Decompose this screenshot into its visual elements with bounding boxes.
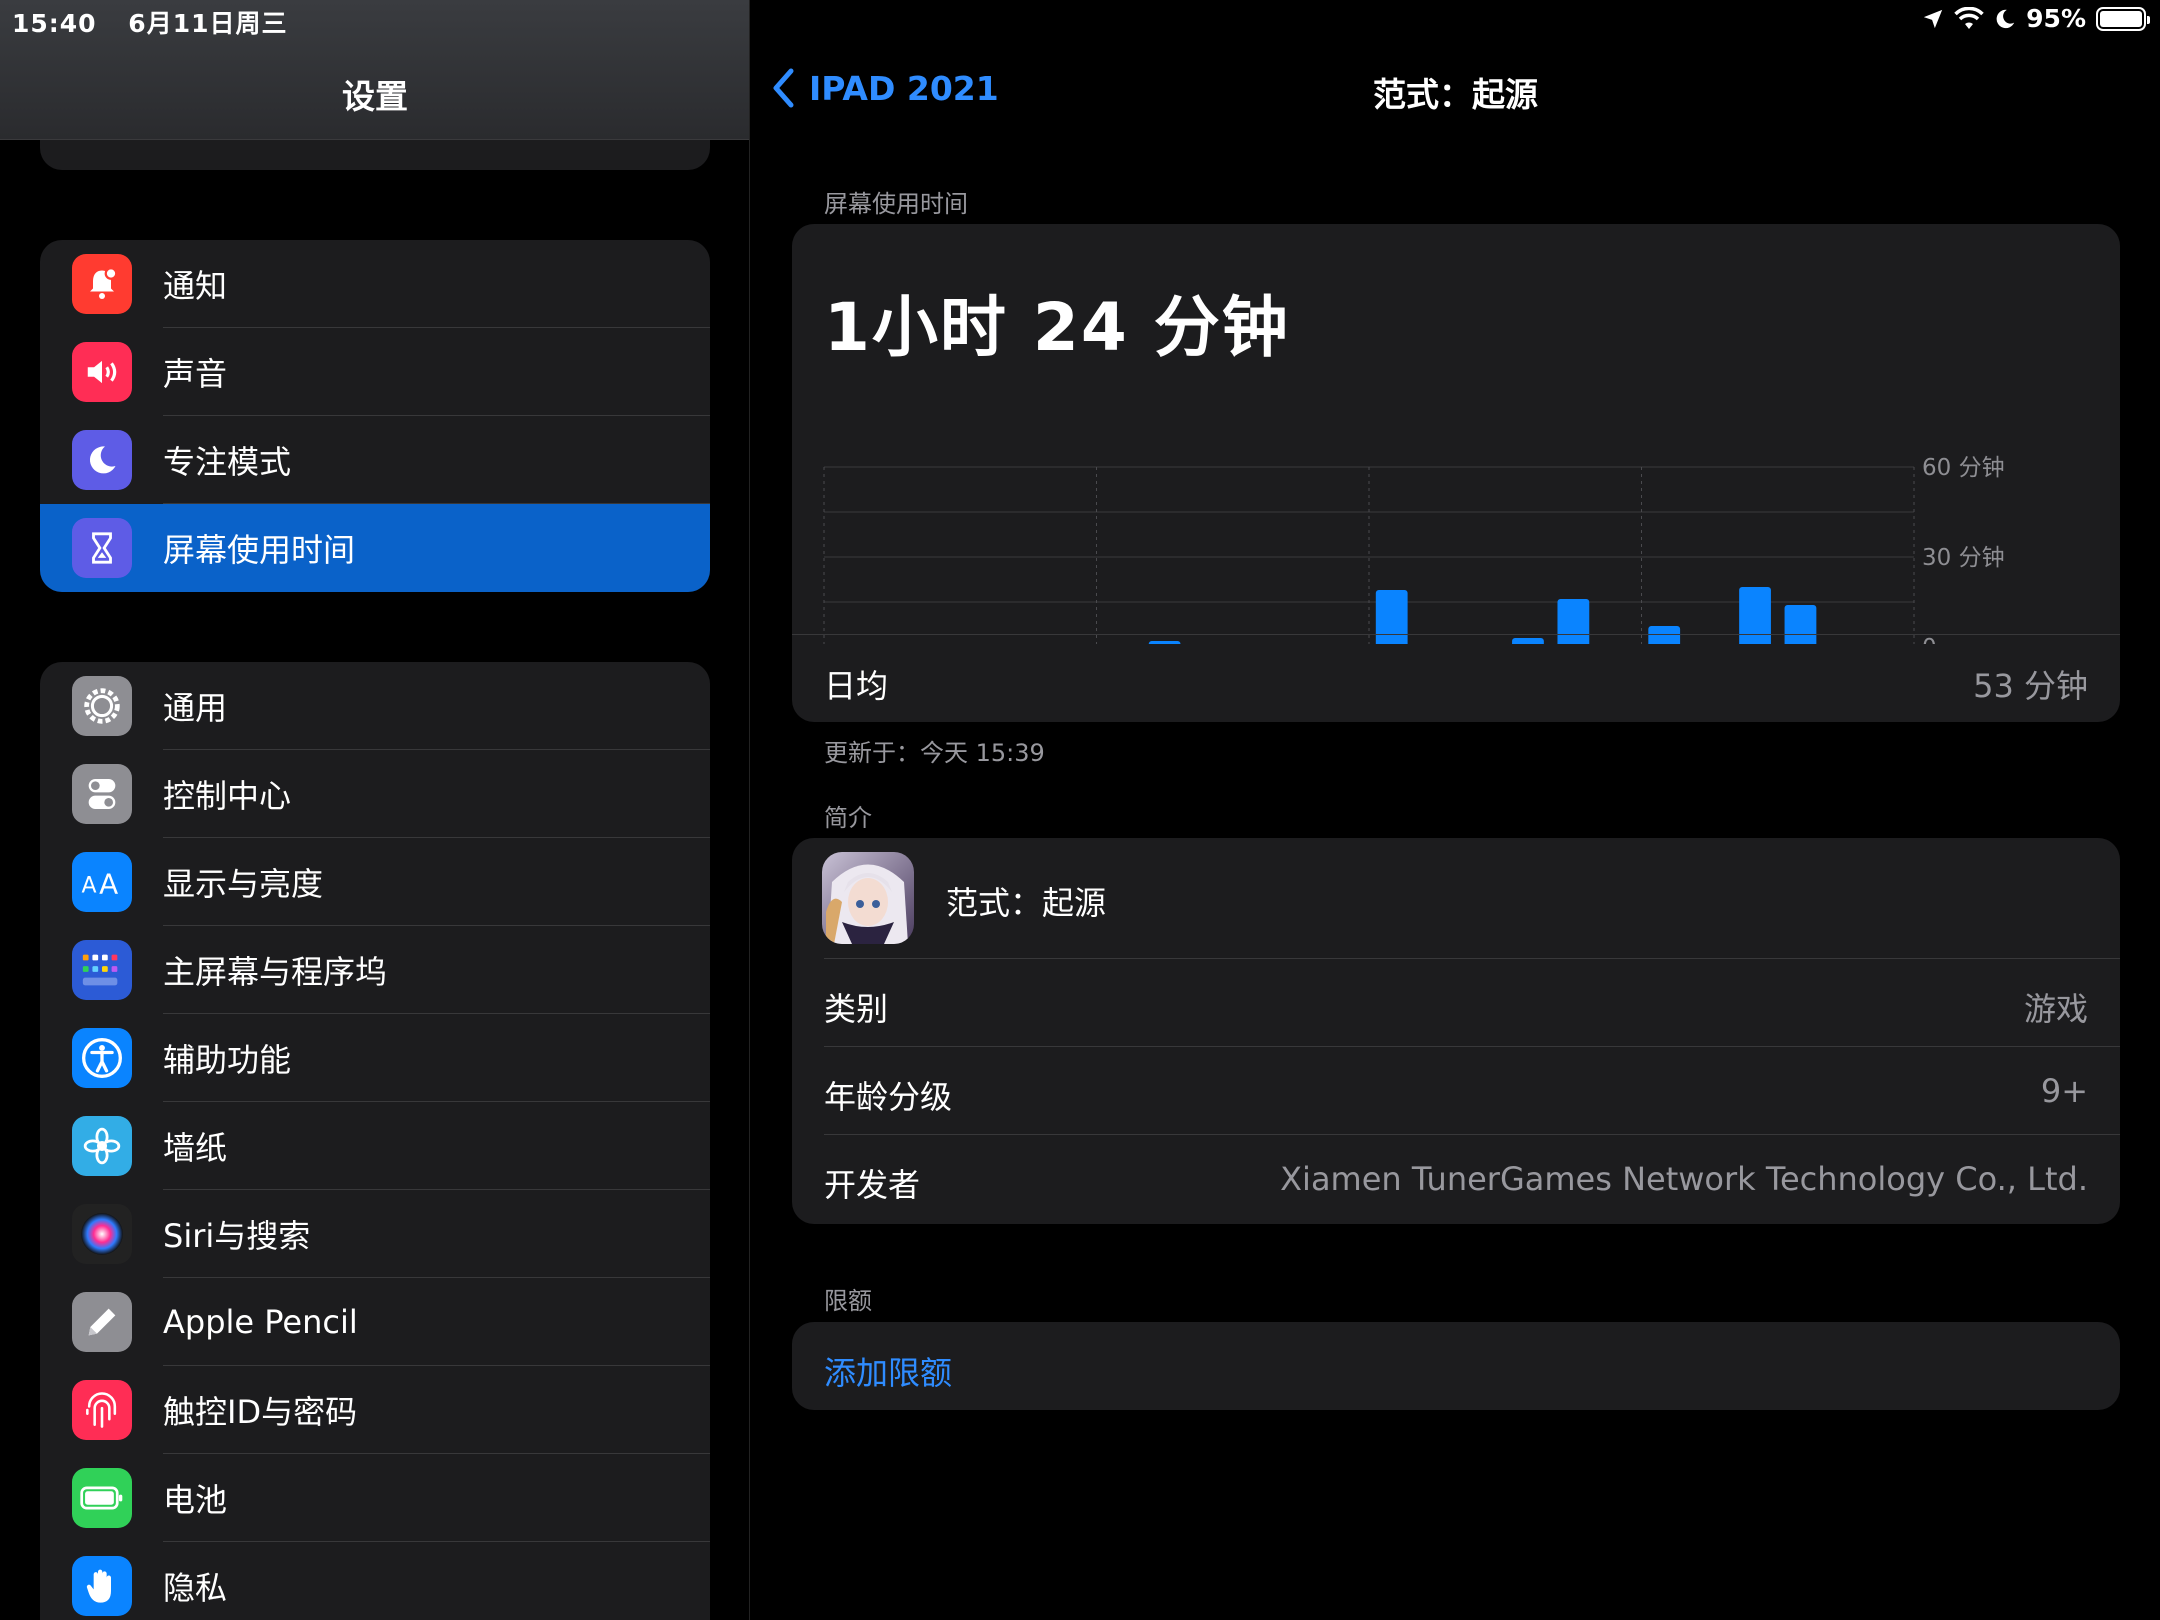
developer-row: 开发者 Xiamen TunerGames Network Technology… <box>792 1134 2120 1222</box>
sidebar-item-label: 通知 <box>163 267 228 305</box>
battery-percent: 95% <box>2026 4 2086 33</box>
sidebar-item-label: 声音 <box>163 355 228 393</box>
hourglass-icon <box>72 518 132 578</box>
add-limit-button[interactable]: 添加限额 <box>824 1348 952 1394</box>
category-label: 类别 <box>824 990 889 1028</box>
detail-pane: IPAD 2021 范式：起源 屏幕使用时间 1小时 24 分钟 60 分钟 30… <box>751 0 2160 1620</box>
sidebar-item-text-size[interactable]: A A 显示与亮度 <box>40 838 710 926</box>
age-rating-label: 年龄分级 <box>824 1078 953 1116</box>
status-bar-left: 15:40 6月11日周三 <box>12 4 309 40</box>
battery-icon <box>2096 6 2150 31</box>
sidebar-item-label: 触控ID与密码 <box>163 1393 358 1431</box>
sidebar-group-2: 通用控制中心 A A 显示与亮度主屏幕与程序坞 辅助功能墙纸 Siri与搜索 Apple P… <box>40 662 710 1620</box>
wifi-icon <box>1954 6 1984 29</box>
sidebar-item-bell[interactable]: 通知 <box>40 240 710 328</box>
y-tick-label: 30 分钟 <box>1922 545 2005 571</box>
sidebar-item-label: 电池 <box>163 1481 228 1519</box>
usage-card[interactable]: 1小时 24 分钟 60 分钟30 分钟00 时6 时12 时18 时 日均 5… <box>792 224 2120 722</box>
pencil-icon <box>72 1292 132 1352</box>
updated-text: 更新于：今天 15:39 <box>824 739 1045 767</box>
status-bar-right: 95% <box>1922 4 2150 33</box>
status-time: 15:40 <box>12 9 97 38</box>
sidebar-item-siri[interactable]: Siri与搜索 <box>40 1190 710 1278</box>
sidebar-item-label: Siri与搜索 <box>163 1217 311 1255</box>
sidebar-title: 设置 <box>342 77 408 116</box>
text-size-icon: AA <box>72 852 132 912</box>
sidebar-item-label: 隐私 <box>163 1569 228 1607</box>
usage-chart: 60 分钟30 分钟00 时6 时12 时18 时 <box>823 455 2005 644</box>
sidebar-item-accessibility[interactable]: 辅助功能 <box>40 1014 710 1102</box>
daily-average-value: 53 分钟 <box>1973 667 2088 705</box>
sidebar-item-speaker[interactable]: 声音 <box>40 328 710 416</box>
chevron-left-icon <box>773 68 794 108</box>
bell-icon <box>72 254 132 314</box>
svg-text:A: A <box>99 868 118 900</box>
sidebar-item-label: 显示与亮度 <box>163 865 324 903</box>
developer-value: Xiamen TunerGames Network Technology Co.… <box>1280 1160 2088 1198</box>
home-grid-icon <box>72 940 132 1000</box>
battery-icon <box>72 1468 132 1528</box>
back-label: IPAD 2021 <box>809 68 999 108</box>
siri-icon <box>72 1204 132 1264</box>
app-icon <box>822 852 914 944</box>
fingerprint-icon <box>72 1380 132 1440</box>
svg-text:A: A <box>81 873 96 898</box>
sidebar-item-label: 通用 <box>163 689 228 727</box>
sidebar-item-gear[interactable]: 通用 <box>40 662 710 750</box>
category-row: 类别 游戏 <box>792 958 2120 1046</box>
daily-average-label: 日均 <box>824 667 889 705</box>
sidebar-item-flower[interactable]: 墙纸 <box>40 1102 710 1190</box>
sidebar-item-hand[interactable]: 隐私 <box>40 1542 710 1620</box>
intro-card: 范式：起源 类别 游戏 年龄分级 9+ 开发者 Xiamen TunerGame… <box>792 838 2120 1224</box>
hand-icon <box>72 1556 132 1616</box>
status-date: 6月11日周三 <box>128 9 288 38</box>
sidebar-item-home-grid[interactable]: 主屏幕与程序坞 <box>40 926 710 1014</box>
total-time: 1小时 24 分钟 <box>824 289 1290 366</box>
intro-section-label: 简介 <box>824 804 872 832</box>
sidebar-item-label: 主屏幕与程序坞 <box>163 953 388 991</box>
y-tick-label: 60 分钟 <box>1922 455 2005 481</box>
sidebar-group-1: 通知声音专注模式屏幕使用时间 <box>40 240 710 592</box>
flower-icon <box>72 1116 132 1176</box>
daily-average-row: 日均 53 分钟 <box>792 634 2120 722</box>
speaker-icon <box>72 342 132 402</box>
sidebar-item-label: 辅助功能 <box>163 1041 292 1079</box>
category-value: 游戏 <box>2023 990 2088 1028</box>
toggles-icon <box>72 764 132 824</box>
sidebar-item-fingerprint[interactable]: 触控ID与密码 <box>40 1366 710 1454</box>
sidebar-item-hourglass[interactable]: 屏幕使用时间 <box>40 504 710 592</box>
settings-sidebar: 设置 通知声音专注模式屏幕使用时间 通用控制中心 A A 显示与亮度主屏幕与程序坞 辅助… <box>0 0 750 1620</box>
usage-section-label: 屏幕使用时间 <box>824 190 968 218</box>
accessibility-icon <box>72 1028 132 1088</box>
sidebar-item-label: 专注模式 <box>163 443 292 481</box>
age-rating-row: 年龄分级 9+ <box>792 1046 2120 1134</box>
limit-section-label: 限额 <box>824 1287 872 1315</box>
sidebar-item-toggles[interactable]: 控制中心 <box>40 750 710 838</box>
sidebar-item-moon[interactable]: 专注模式 <box>40 416 710 504</box>
developer-label: 开发者 <box>824 1166 921 1204</box>
sidebar-item-pencil[interactable]: Apple Pencil <box>40 1278 710 1366</box>
sidebar-item-label: 控制中心 <box>163 777 292 815</box>
sidebar-item-label: Apple Pencil <box>163 1303 358 1341</box>
age-rating-value: 9+ <box>2040 1072 2088 1110</box>
sidebar-item-label: 屏幕使用时间 <box>163 531 356 569</box>
app-name: 范式：起源 <box>946 884 1107 922</box>
location-icon <box>1923 9 1943 28</box>
moon-icon <box>1996 9 2015 28</box>
add-limit-card[interactable]: 添加限额 <box>792 1322 2120 1410</box>
sidebar-item-label: 墙纸 <box>163 1129 228 1167</box>
moon-icon <box>72 430 132 490</box>
gear-icon <box>72 676 132 736</box>
back-button[interactable]: IPAD 2021 <box>771 68 999 108</box>
sidebar-item-battery[interactable]: 电池 <box>40 1454 710 1542</box>
